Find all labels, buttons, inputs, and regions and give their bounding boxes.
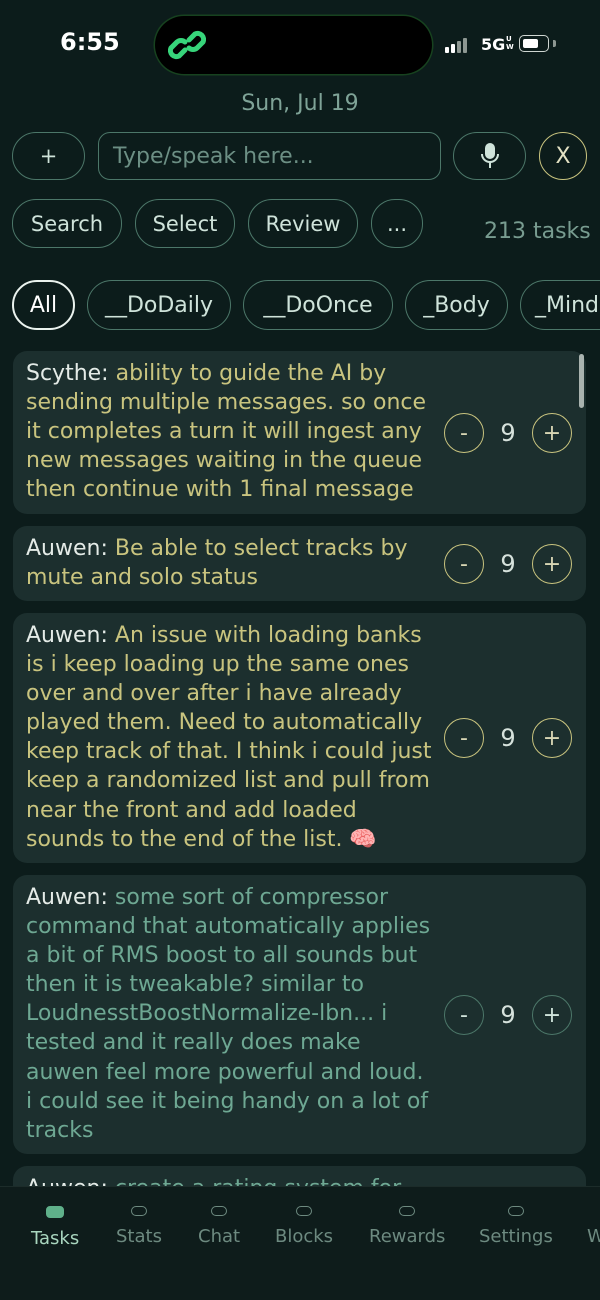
priority-value: 9 bbox=[500, 1001, 516, 1029]
task-card[interactable]: Auwen: some sort of compressor command t… bbox=[13, 875, 586, 1154]
tab-settings[interactable]: Settings bbox=[479, 1206, 553, 1247]
priority-value: 9 bbox=[500, 724, 516, 752]
add-task-button[interactable]: + bbox=[12, 132, 85, 180]
tab-label: Chat bbox=[198, 1226, 241, 1247]
rewards-icon bbox=[399, 1206, 416, 1216]
priority-value: 9 bbox=[500, 419, 516, 447]
priority-value: 9 bbox=[500, 550, 516, 578]
task-card[interactable]: Auwen: Be able to select tracks by mute … bbox=[13, 526, 586, 601]
task-text: Auwen: An issue with loading banks is i … bbox=[26, 621, 436, 854]
tab-partial[interactable]: W bbox=[587, 1206, 600, 1247]
increment-button[interactable]: + bbox=[532, 413, 572, 453]
tab-label: Blocks bbox=[275, 1226, 334, 1247]
review-button[interactable]: Review bbox=[248, 199, 358, 248]
stats-icon bbox=[130, 1206, 147, 1216]
select-button[interactable]: Select bbox=[135, 199, 235, 248]
tab-rewards[interactable]: Rewards bbox=[369, 1206, 445, 1247]
task-author: Auwen: bbox=[26, 623, 108, 648]
task-message: create a rating system for bbox=[115, 1176, 401, 1186]
tab-stats[interactable]: Stats bbox=[116, 1206, 162, 1247]
filter-all[interactable]: All bbox=[12, 280, 75, 330]
filter-doonce[interactable]: __DoOnce bbox=[243, 280, 393, 330]
task-message: some sort of compressor command that aut… bbox=[26, 885, 431, 1143]
partial-tab-icon bbox=[587, 1206, 600, 1216]
search-button[interactable]: Search bbox=[12, 199, 122, 248]
increment-button[interactable]: + bbox=[532, 544, 572, 584]
network-sublabel: UW bbox=[506, 35, 514, 51]
task-card[interactable]: Scythe: ability to guide the AI by sendi… bbox=[13, 351, 586, 514]
battery-tip bbox=[553, 40, 556, 47]
microphone-icon bbox=[480, 143, 499, 168]
task-text: Auwen: some sort of compressor command t… bbox=[26, 883, 436, 1145]
tab-label: W bbox=[587, 1226, 600, 1247]
tab-label: Settings bbox=[479, 1226, 553, 1247]
battery-icon bbox=[519, 35, 549, 52]
more-button[interactable]: ... bbox=[371, 199, 423, 248]
microphone-button[interactable] bbox=[453, 132, 526, 180]
priority-control: - 9 + bbox=[444, 544, 572, 584]
decrement-button[interactable]: - bbox=[444, 995, 484, 1035]
signal-icon bbox=[445, 38, 467, 53]
tab-blocks[interactable]: Blocks bbox=[275, 1206, 333, 1247]
settings-icon bbox=[507, 1206, 524, 1216]
tab-label: Stats bbox=[116, 1226, 162, 1247]
link-icon bbox=[168, 30, 206, 60]
decrement-button[interactable]: - bbox=[444, 544, 484, 584]
tab-label: Tasks bbox=[31, 1228, 80, 1249]
clear-button[interactable]: X bbox=[539, 132, 587, 180]
tab-chat[interactable]: Chat bbox=[198, 1206, 240, 1247]
tab-label: Rewards bbox=[369, 1226, 446, 1247]
network-label: 5G bbox=[481, 35, 506, 54]
filter-dodaily[interactable]: __DoDaily bbox=[87, 280, 231, 330]
increment-button[interactable]: + bbox=[532, 995, 572, 1035]
decrement-button[interactable]: - bbox=[444, 718, 484, 758]
task-card[interactable]: Auwen: An issue with loading banks is i … bbox=[13, 613, 586, 863]
blocks-icon bbox=[296, 1206, 313, 1216]
task-author: Auwen: bbox=[26, 536, 108, 561]
priority-control: - 9 + bbox=[444, 718, 572, 758]
task-count: 213 tasks bbox=[484, 219, 591, 244]
task-author: Scythe: bbox=[26, 361, 109, 386]
tasks-icon bbox=[46, 1206, 65, 1218]
filter-mind[interactable]: _Mind bbox=[520, 280, 600, 330]
task-author: Auwen: bbox=[26, 1176, 108, 1186]
decrement-button[interactable]: - bbox=[444, 413, 484, 453]
date-header: Sun, Jul 19 bbox=[241, 91, 359, 116]
priority-control: - 9 + bbox=[444, 413, 572, 453]
task-message: An issue with loading banks is i keep lo… bbox=[26, 623, 432, 852]
task-text: Auwen: Be able to select tracks by mute … bbox=[26, 534, 436, 592]
filter-body[interactable]: _Body bbox=[405, 280, 508, 330]
task-author: Auwen: bbox=[26, 885, 108, 910]
increment-button[interactable]: + bbox=[532, 718, 572, 758]
scrollbar[interactable] bbox=[579, 354, 584, 408]
tab-tasks[interactable]: Tasks bbox=[31, 1206, 79, 1249]
task-input[interactable]: Type/speak here... bbox=[98, 132, 441, 180]
task-text: Scythe: ability to guide the AI by sendi… bbox=[26, 359, 436, 504]
task-text: Auwen: create a rating system for bbox=[26, 1174, 506, 1186]
task-card[interactable]: Auwen: create a rating system for bbox=[13, 1166, 586, 1186]
priority-control: - 9 + bbox=[444, 995, 572, 1035]
task-list[interactable]: Scythe: ability to guide the AI by sendi… bbox=[0, 346, 600, 1186]
chat-icon bbox=[211, 1206, 228, 1216]
status-time: 6:55 bbox=[60, 28, 120, 56]
